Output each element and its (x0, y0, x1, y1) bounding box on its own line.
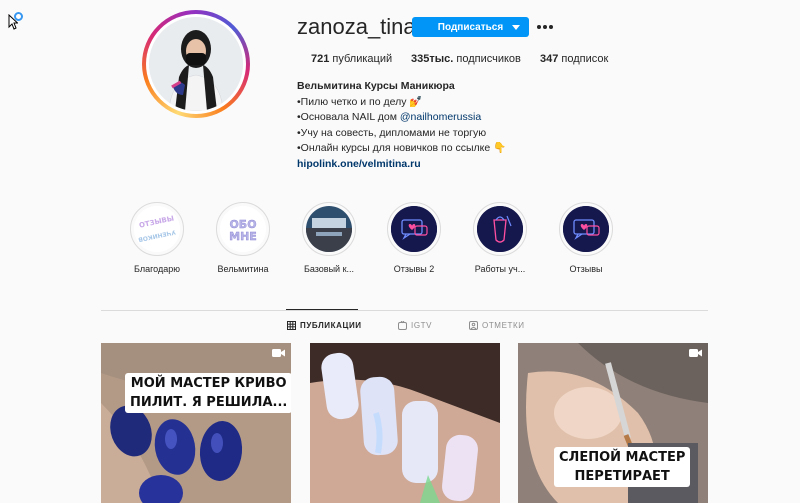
bio-line: •Учу на совесть, дипломами не торгую (297, 126, 487, 139)
bio-website-link[interactable]: hipolink.one/velmitina.ru (297, 157, 506, 173)
post-thumbnail[interactable]: СЛЕПОЙ МАСТЕР ПЕРЕТИРАЕТ (518, 343, 708, 503)
story-highlight[interactable]: Отзывы 2 (386, 202, 442, 274)
following-label: подписок (561, 53, 609, 65)
followers-stat[interactable]: 335тыс. подписчиков (411, 53, 521, 65)
tab-tagged[interactable]: ОТМЕТКИ (469, 321, 525, 330)
video-icon (689, 349, 702, 357)
story-highlight[interactable]: ОБО МНЕ Вельмитина (215, 202, 271, 274)
story-highlight[interactable]: Базовый к... (301, 202, 357, 274)
story-highlight[interactable]: Работы уч... (472, 202, 528, 274)
followers-count: 335тыс. (411, 53, 454, 65)
grid-icon (287, 321, 296, 330)
bio-line: •Основала NAIL дом @nailhomerussia (297, 111, 482, 123)
profile-username: zanoza_tina (297, 14, 416, 39)
more-options-button[interactable] (537, 20, 553, 34)
posts-stat: 721 публикаций (311, 53, 392, 65)
svg-text:МНЕ: МНЕ (229, 230, 257, 243)
ellipsis-icon (537, 25, 541, 29)
bio-line: •Пилю четко и по делу 💅 (297, 95, 423, 108)
active-tab-indicator (286, 309, 358, 310)
story-highlight[interactable]: Отзывы (558, 202, 614, 274)
post-caption: МОЙ МАСТЕР КРИВО ПИЛИТ. Я РЕШИЛА... (125, 373, 291, 413)
following-stat[interactable]: 347 подписок (540, 53, 608, 65)
posts-label: публикаций (332, 53, 393, 65)
story-highlight[interactable]: ОТЗЫВЫ УЧЕНИКОВ Благодарю (129, 202, 185, 274)
post-thumbnail[interactable]: МОЙ МАСТЕР КРИВО ПИЛИТ. Я РЕШИЛА... (101, 343, 291, 503)
highlight-label: Отзывы 2 (393, 264, 435, 274)
bio-line: •Онлайн курсы для новичков по ссылке 👇 (297, 142, 507, 154)
bio-mention-link[interactable]: @nailhomerussia (400, 111, 481, 123)
highlight-label: Вельмитина (217, 264, 269, 274)
following-count: 347 (540, 53, 559, 65)
chevron-down-icon (512, 24, 520, 30)
highlight-label: Работы уч... (474, 264, 526, 274)
tab-posts[interactable]: ПУБЛИКАЦИИ (287, 321, 362, 330)
igtv-icon (398, 321, 407, 330)
tab-igtv[interactable]: IGTV (398, 321, 432, 330)
profile-avatar[interactable] (142, 10, 250, 118)
tabs-divider (101, 310, 708, 311)
profile-bio: Вельмитина Курсы Маникюра •Пилю четко и … (297, 79, 506, 172)
posts-count: 721 (311, 53, 330, 65)
highlight-label: Благодарю (134, 264, 180, 274)
bio-full-name: Вельмитина Курсы Маникюра (297, 80, 455, 92)
highlight-label: Базовый к... (303, 264, 355, 274)
loading-indicator-icon (14, 12, 23, 21)
followers-label: подписчиков (456, 53, 521, 65)
tag-icon (469, 321, 478, 330)
suggested-dropdown-button[interactable] (506, 17, 526, 37)
video-icon (272, 349, 285, 357)
post-thumbnail[interactable] (310, 343, 500, 503)
post-caption: СЛЕПОЙ МАСТЕР ПЕРЕТИРАЕТ (554, 447, 691, 487)
highlight-label: Отзывы (569, 264, 603, 274)
